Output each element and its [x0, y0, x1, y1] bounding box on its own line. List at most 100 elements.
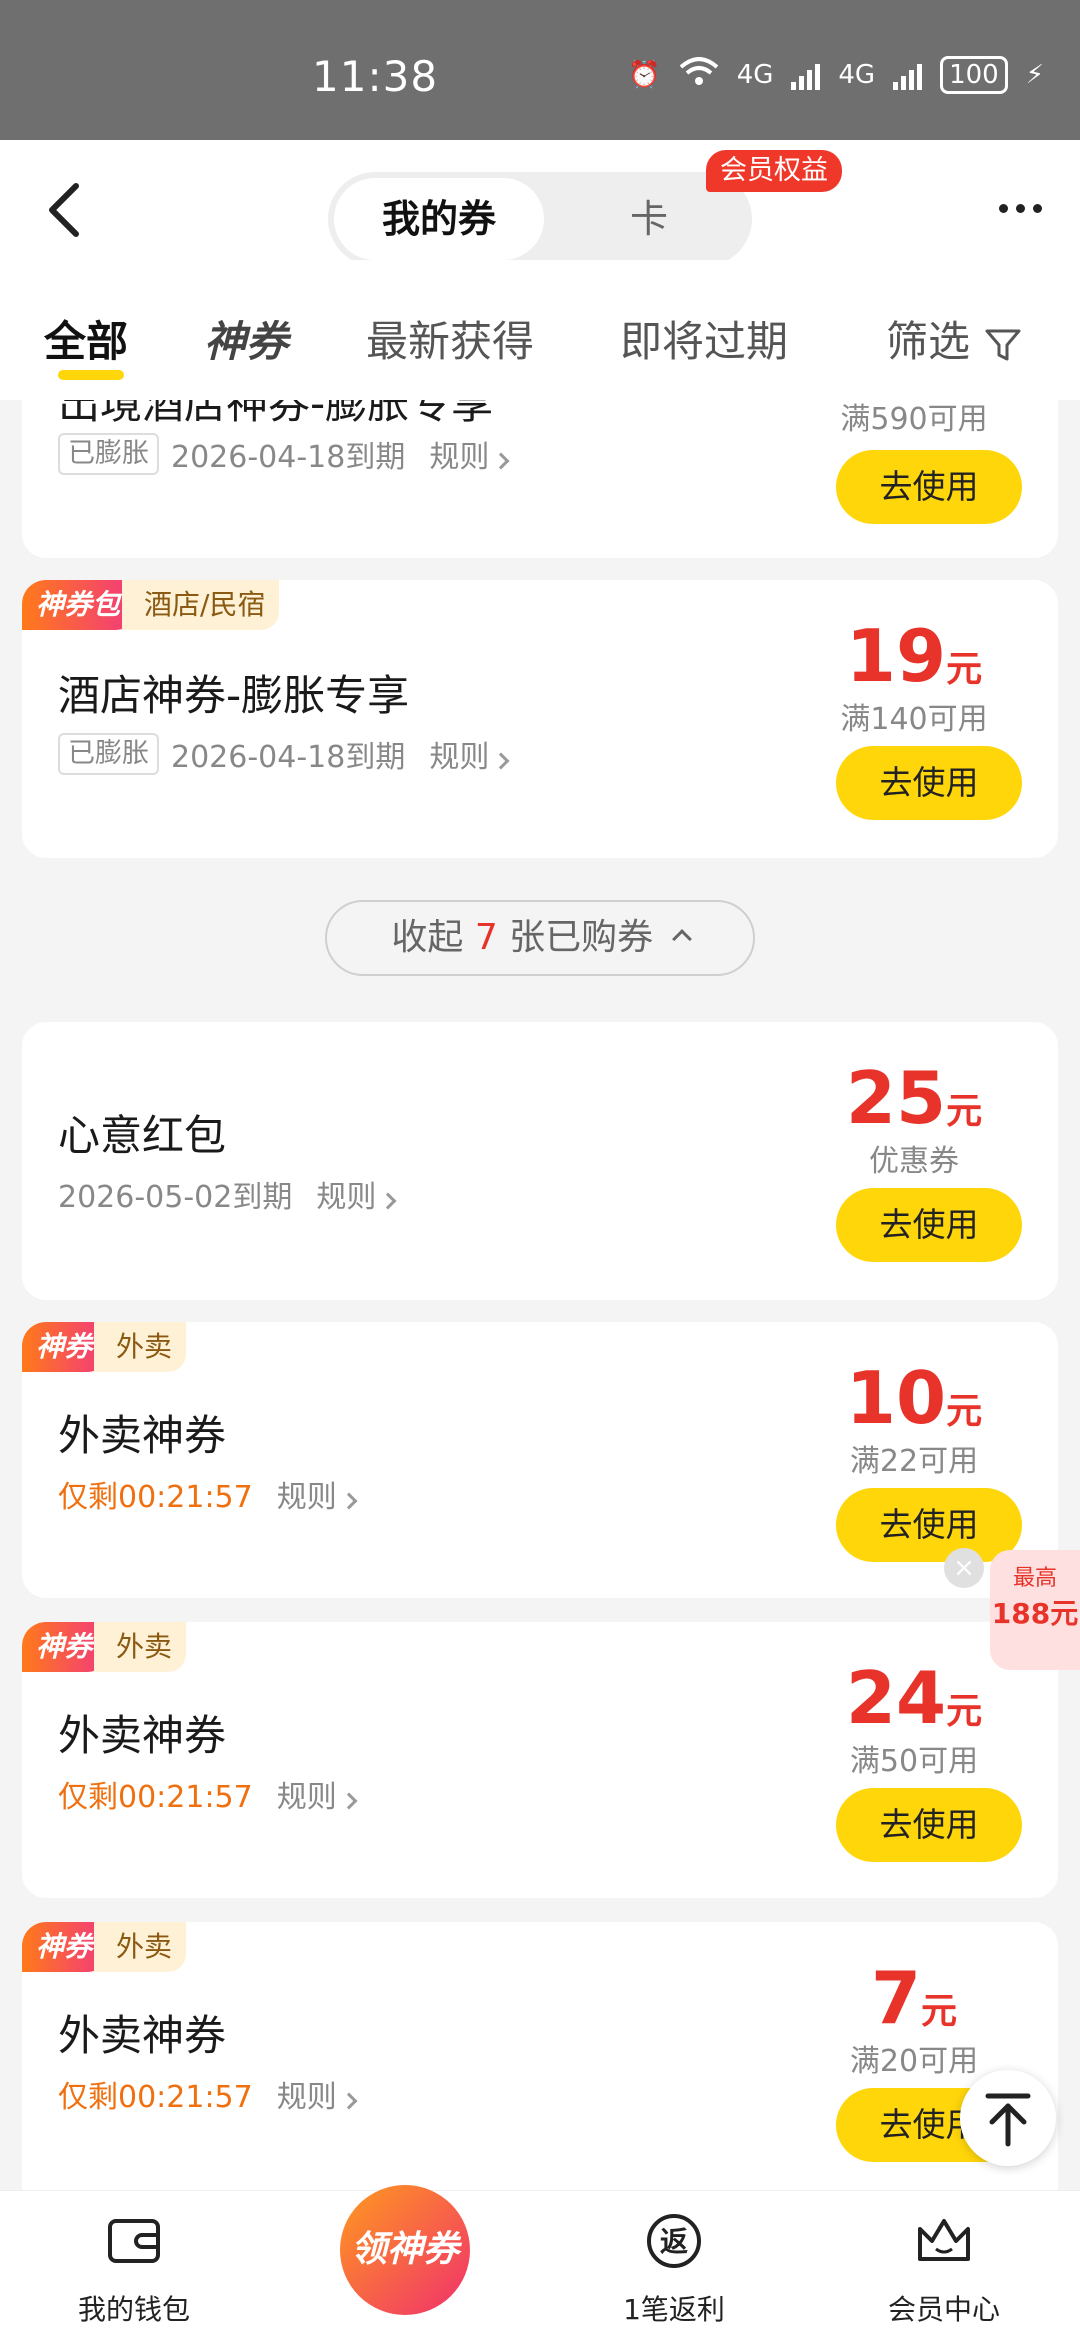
back-button[interactable] — [40, 180, 90, 240]
nav-cashback[interactable]: 返 1笔返利 — [574, 2211, 774, 2328]
coupon-meta: 已膨胀 2026-04-18到期 规则 — [58, 432, 510, 476]
category-tag: 外卖 — [94, 1922, 187, 1972]
close-ad-button[interactable]: × — [944, 1548, 984, 1588]
svg-text:返: 返 — [660, 2225, 688, 2258]
coupon-amount: 19元 — [845, 614, 983, 698]
status-bar: 11:38 ⏰ 4G 4G 100 ⚡ — [0, 0, 1080, 140]
inflated-badge: 已膨胀 — [58, 733, 159, 775]
nav-wallet-label: 我的钱包 — [77, 2293, 190, 2326]
filter-tab-shenquan[interactable]: 神券 — [204, 308, 288, 369]
chevron-right-icon — [340, 1492, 358, 1510]
tab-my-coupons[interactable]: 我的券 — [334, 178, 544, 260]
rule-link[interactable]: 规则 — [429, 432, 510, 476]
rule-link[interactable]: 规则 — [277, 2072, 358, 2116]
bottom-nav: 我的钱包 领神券 返 1笔返利 会员中心 — [0, 2185, 1080, 2340]
funnel-icon — [985, 329, 1021, 360]
back-to-top-button[interactable] — [960, 2070, 1056, 2166]
filter-tab-expiring[interactable]: 即将过期 — [620, 308, 788, 369]
shenquan-pack-tag: 神券包 — [22, 580, 135, 630]
charging-icon: ⚡ — [1025, 60, 1044, 90]
rule-link[interactable]: 规则 — [277, 1772, 358, 1816]
expire-date: 2026-04-18到期 — [171, 440, 406, 475]
coupon-condition: 满590可用 — [840, 402, 988, 437]
header: 我的券 卡 — [0, 140, 1080, 266]
coupon-meta: 仅剩00:21:57 规则 — [58, 1772, 358, 1816]
wallet-icon — [108, 2219, 160, 2263]
chevron-right-icon — [340, 1792, 358, 1810]
use-button[interactable]: 去使用 — [836, 1188, 1022, 1262]
coupon-condition: 满140可用 — [840, 702, 988, 737]
reward-value: 188元 — [991, 1597, 1079, 1630]
category-tag: 外卖 — [94, 1622, 187, 1672]
coupon-amount: 10元 — [845, 1356, 983, 1440]
nav-member-center[interactable]: 会员中心 — [844, 2211, 1044, 2328]
coupon-title: 外卖神券 — [58, 2011, 227, 2060]
alarm-icon: ⏰ — [628, 60, 661, 90]
countdown: 仅剩00:21:57 — [58, 1780, 253, 1815]
nav-cashback-label: 1笔返利 — [623, 2293, 725, 2326]
filter-tabs: 全部 神券 最新获得 即将过期 筛选 — [0, 260, 1080, 400]
inflated-badge: 已膨胀 — [58, 433, 159, 475]
coupon-title: 外卖神券 — [58, 1711, 227, 1760]
signal-icon — [791, 60, 821, 90]
filter-label: 筛选 — [886, 317, 971, 366]
coupon-title: 酒店神券-膨胀专享 — [58, 671, 410, 720]
coupon-condition: 满22可用 — [849, 1444, 979, 1479]
status-icons: ⏰ 4G 4G 100 ⚡ — [628, 56, 1044, 94]
coupon-card-delivery: 神券 外卖 外卖神券 仅剩00:21:57 规则 24元 满50可用 去使用 — [22, 1622, 1058, 1898]
member-benefits-badge[interactable]: 会员权益 — [706, 150, 842, 192]
category-tag: 外卖 — [94, 1322, 187, 1372]
coupon-condition: 满50可用 — [849, 1744, 979, 1779]
coupon-meta: 已膨胀 2026-04-18到期 规则 — [58, 732, 510, 776]
coupon-tags: 神券 外卖 — [22, 1922, 187, 1972]
cashback-icon: 返 — [647, 2214, 701, 2268]
coupon-meta: 仅剩00:21:57 规则 — [58, 2072, 358, 2116]
crown-icon — [918, 2219, 970, 2261]
nav-get-coupons[interactable]: 领神券 — [340, 2185, 470, 2315]
collapse-prefix: 收起 — [391, 917, 464, 958]
chevron-right-icon — [492, 752, 510, 770]
filter-tab-newest[interactable]: 最新获得 — [366, 308, 534, 369]
arrow-up-icon — [985, 2093, 1031, 2147]
collapse-count: 7 — [474, 917, 498, 958]
coupon-amount: 7元 — [870, 1956, 958, 2040]
use-button[interactable]: 去使用 — [836, 450, 1022, 524]
coupon-tags: 神券 外卖 — [22, 1322, 187, 1372]
coupon-meta: 仅剩00:21:57 规则 — [58, 1472, 358, 1516]
signal-icon-2 — [893, 60, 923, 90]
rule-link[interactable]: 规则 — [429, 732, 510, 776]
reward-label: 最高 — [1012, 1566, 1057, 1591]
chevron-right-icon — [492, 452, 510, 470]
expire-date: 2026-05-02到期 — [58, 1180, 293, 1215]
back-arrow-icon — [49, 183, 79, 237]
coupon-card-hotel: 神券包 酒店/民宿 酒店神券-膨胀专享 已膨胀 2026-04-18到期 规则 … — [22, 580, 1058, 858]
collapse-suffix: 张已购券 — [509, 917, 654, 958]
floating-reward-widget[interactable]: 最高 188元 — [990, 1550, 1080, 1670]
wifi-icon — [679, 56, 719, 94]
coupon-title: 外卖神券 — [58, 1411, 227, 1460]
rule-link[interactable]: 规则 — [316, 1172, 397, 1216]
coupon-amount: 24元 — [845, 1656, 983, 1740]
active-tab-indicator — [58, 370, 124, 380]
coupon-card-partial: 出境酒店神券-膨胀专享 已膨胀 2026-04-18到期 规则 满590可用 去… — [22, 400, 1058, 558]
coupon-condition: 优惠券 — [869, 1144, 959, 1179]
more-button[interactable] — [999, 204, 1042, 213]
coupon-card-delivery: 神券 外卖 外卖神券 仅剩00:21:57 规则 7元 满20可用 去使用 — [22, 1922, 1058, 2190]
coupon-tags: 神券包 酒店/民宿 — [22, 580, 280, 630]
category-tag: 酒店/民宿 — [122, 580, 280, 630]
network-label: 4G — [736, 60, 774, 90]
collapse-purchased-button[interactable]: 收起 7 张已购券 — [325, 900, 755, 976]
filter-tab-all[interactable]: 全部 — [44, 308, 128, 369]
expire-date: 2026-04-18到期 — [171, 740, 406, 775]
rule-link[interactable]: 规则 — [277, 1472, 358, 1516]
chevron-right-icon — [340, 2092, 358, 2110]
filter-button[interactable]: 筛选 — [886, 308, 1023, 369]
use-button[interactable]: 去使用 — [836, 746, 1022, 820]
countdown: 仅剩00:21:57 — [58, 1480, 253, 1515]
coupon-amount: 25元 — [845, 1056, 983, 1140]
use-button[interactable]: 去使用 — [836, 1788, 1022, 1862]
use-button[interactable]: 去使用 — [836, 1488, 1022, 1562]
coupon-title: 心意红包 — [58, 1111, 227, 1160]
nav-wallet[interactable]: 我的钱包 — [34, 2211, 234, 2328]
status-time: 11:38 — [312, 52, 439, 101]
